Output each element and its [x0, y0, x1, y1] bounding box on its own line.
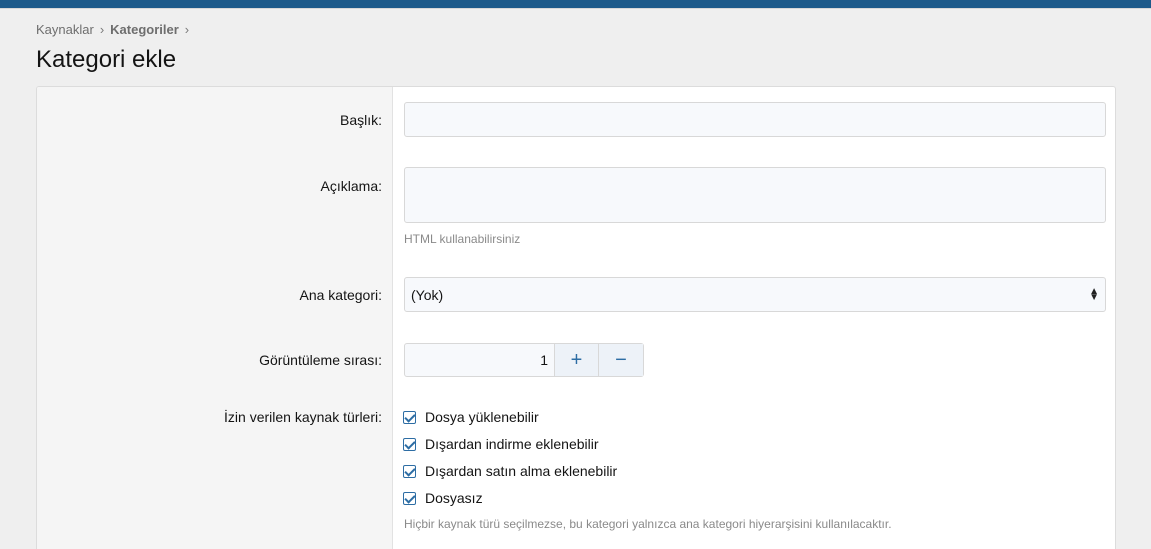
checkbox-row-file-upload[interactable]: Dosya yüklenebilir	[403, 409, 539, 425]
check-icon[interactable]	[403, 410, 416, 424]
display-order-input[interactable]: 1	[405, 344, 555, 376]
select-arrows-icon: ▲ ▼	[1089, 285, 1099, 303]
checkbox-row-external-purchase[interactable]: Dışardan satın alma eklenebilir	[403, 463, 617, 479]
checkbox-label: Dosyasız	[425, 490, 483, 506]
description-textarea[interactable]	[404, 167, 1106, 223]
check-icon[interactable]	[403, 491, 416, 505]
description-hint: HTML kullanabilirsiniz	[404, 232, 521, 246]
decrement-button[interactable]: −	[599, 344, 643, 376]
top-header-bar	[0, 0, 1151, 9]
display-order-stepper: 1 + −	[404, 343, 644, 377]
label-column	[37, 87, 393, 549]
breadcrumb: Kaynaklar › Kategoriler ›	[36, 22, 195, 37]
page-title: Kategori ekle	[36, 46, 177, 73]
description-label: Açıklama:	[320, 178, 382, 194]
breadcrumb-item-kategoriler[interactable]: Kategoriler	[110, 22, 179, 37]
parent-category-value: (Yok)	[411, 286, 444, 303]
checkbox-row-fileless[interactable]: Dosyasız	[403, 490, 483, 506]
parent-category-select[interactable]: (Yok) ▲ ▼	[404, 277, 1106, 312]
checkbox-label: Dışardan indirme eklenebilir	[425, 436, 599, 452]
resource-types-hint: Hiçbir kaynak türü seçilmezse, bu katego…	[404, 517, 892, 531]
parent-category-label: Ana kategori:	[299, 287, 383, 303]
chevron-right-icon: ›	[184, 22, 190, 37]
check-icon[interactable]	[403, 437, 416, 451]
breadcrumb-item-kaynaklar[interactable]: Kaynaklar	[36, 22, 94, 37]
display-order-label: Görüntüleme sırası:	[259, 352, 382, 368]
title-input[interactable]	[404, 102, 1106, 137]
chevron-right-icon: ›	[99, 22, 105, 37]
title-label: Başlık:	[339, 112, 382, 128]
increment-button[interactable]: +	[555, 344, 599, 376]
checkbox-label: Dışardan satın alma eklenebilir	[425, 463, 618, 479]
form-panel: Başlık: Açıklama: HTML kullanabilirsiniz…	[36, 86, 1116, 549]
resource-types-label: İzin verilen kaynak türleri:	[224, 409, 382, 425]
checkbox-row-external-download[interactable]: Dışardan indirme eklenebilir	[403, 436, 599, 452]
check-icon[interactable]	[403, 464, 416, 478]
checkbox-label: Dosya yüklenebilir	[425, 409, 539, 425]
